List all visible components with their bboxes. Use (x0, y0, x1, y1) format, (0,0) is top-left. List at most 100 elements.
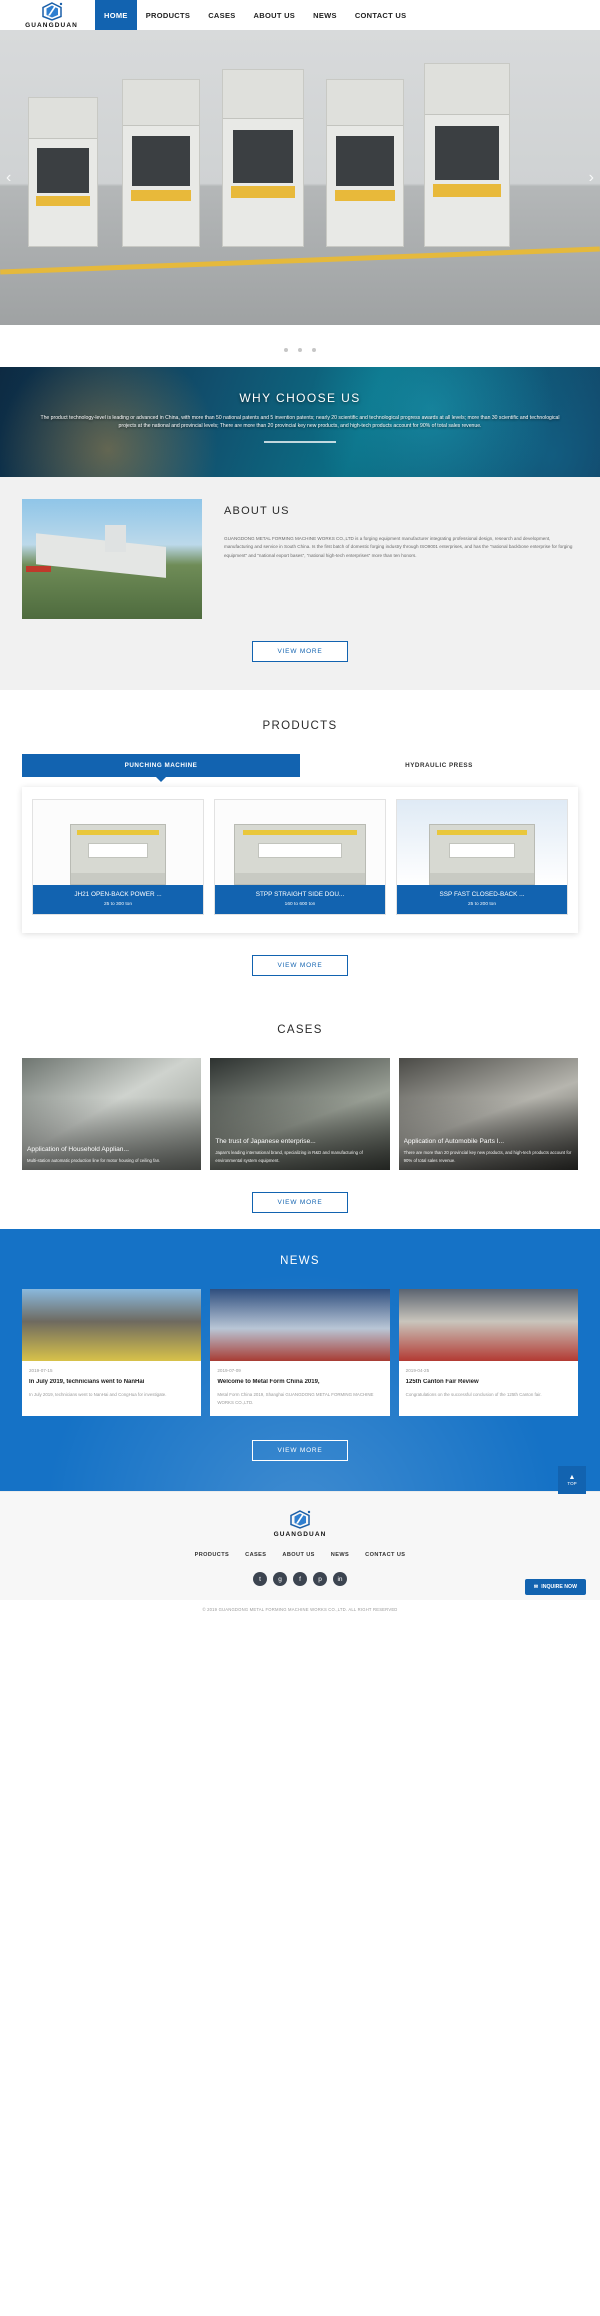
news-card-list: 2019-07-15 In July 2019, technicians wen… (0, 1289, 600, 1417)
product-title: JH21 OPEN-BACK POWER ... (74, 891, 162, 898)
cases-title: CASES (277, 1024, 323, 1036)
hero-banner: ‹ › (0, 30, 600, 325)
footer-nav-about-us[interactable]: ABOUT US (282, 1552, 314, 1558)
cases-view-more-button[interactable]: VIEW MORE (252, 1192, 348, 1213)
inquire-now-button[interactable]: ✉ INQUIRE NOW (524, 1579, 586, 1596)
footer-nav-cases[interactable]: CASES (245, 1552, 266, 1558)
hero-dot[interactable] (298, 348, 302, 352)
footer-logo[interactable]: GUANGDUAN (0, 1510, 600, 1538)
news-title-text: Welcome to Metal Form China 2019, (217, 1379, 320, 1385)
news-title-text: 125th Canton Fair Review (405, 1379, 479, 1385)
footer-social-links: t g f p in (0, 1572, 600, 1587)
back-to-top-button[interactable]: ▲ TOP (558, 1466, 586, 1495)
product-card[interactable]: SSP FAST CLOSED-BACK ... 25 to 200 ton (396, 799, 568, 915)
main-nav: HOME PRODUCTS CASES ABOUT US NEWS CONTAC… (95, 0, 415, 30)
case-card[interactable]: Application of Household Applian... Mult… (22, 1058, 202, 1170)
inquire-now-label: INQUIRE NOW (541, 1584, 577, 1591)
hexagon-logo-icon (41, 1, 63, 21)
case-description: Japan's leading international brand, spe… (215, 1150, 363, 1163)
facebook-icon[interactable]: f (293, 1572, 307, 1587)
nav-item-home[interactable]: HOME (95, 0, 137, 30)
product-image (215, 800, 385, 885)
press-machine (326, 79, 404, 247)
nav-item-news[interactable]: NEWS (304, 0, 346, 30)
product-spec: 25 to 200 ton (467, 902, 496, 907)
case-card[interactable]: The trust of Japanese enterprise... Japa… (210, 1058, 390, 1170)
logo-wordmark: GUANGDUAN (25, 21, 78, 29)
about-title: ABOUT US (224, 505, 290, 517)
product-spec: 160 to 600 ton (284, 902, 316, 907)
footer-wordmark: GUANGDUAN (273, 1531, 327, 1539)
why-choose-us-section: WHY CHOOSE US The product technology-lev… (0, 367, 600, 477)
envelope-icon: ✉ (533, 1584, 539, 1591)
footer-nav-products[interactable]: PRODUCTS (195, 1552, 230, 1558)
news-card[interactable]: 2019-07-15 In July 2019, technicians wen… (22, 1289, 202, 1417)
news-title-text: In July 2019, technicians went to NanHai (29, 1379, 145, 1385)
news-date: 2019-07-09 (217, 1368, 241, 1373)
product-title: STPP STRAIGHT SIDE DOU... (255, 891, 345, 898)
product-card[interactable]: STPP STRAIGHT SIDE DOU... 160 to 600 ton (214, 799, 386, 915)
hero-prev-button[interactable]: ‹ (6, 169, 11, 187)
case-title: The trust of Japanese enterprise... (215, 1138, 316, 1146)
site-footer: GUANGDUAN PRODUCTS CASES ABOUT US NEWS C… (0, 1466, 600, 1620)
copyright-text: © 2019 GUANGDONG METAL FORMING MACHINE W… (0, 1600, 600, 1620)
hero-dot[interactable] (283, 348, 288, 352)
news-title: NEWS (280, 1255, 320, 1267)
nav-item-contact-us[interactable]: CONTACT US (346, 0, 416, 30)
product-image (397, 800, 567, 885)
nav-item-about-us[interactable]: ABOUT US (245, 0, 305, 30)
about-factory-image (22, 499, 202, 619)
case-card[interactable]: Application of Automobile Parts I... The… (398, 1058, 578, 1170)
product-card[interactable]: JH21 OPEN-BACK POWER ... 25 to 300 ton (32, 799, 204, 915)
products-view-more-button[interactable]: VIEW MORE (252, 955, 348, 976)
hero-next-button[interactable]: › (589, 169, 594, 187)
why-choose-us-description: The product technology-level is leading … (40, 415, 560, 430)
product-spec: 25 to 300 ton (103, 902, 132, 907)
case-description: Multi-station automatic production line … (27, 1157, 161, 1163)
nav-item-cases[interactable]: CASES (199, 0, 244, 30)
back-to-top-label: TOP (567, 1480, 577, 1486)
about-section: ABOUT US GUANGDONG METAL FORMING MACHINE… (0, 477, 600, 690)
press-machine (28, 97, 98, 247)
case-title: Application of Household Applian... (27, 1145, 129, 1153)
cases-card-list: Application of Household Applian... Mult… (0, 1058, 600, 1170)
google-plus-icon[interactable]: g (273, 1572, 287, 1587)
cases-section: CASES Application of Household Applian..… (0, 994, 600, 1229)
news-card[interactable]: 2019-07-09 Welcome to Metal Form China 2… (210, 1289, 390, 1417)
news-description: Metal Form China 2019, Shanghai GUANGDON… (217, 1392, 374, 1406)
hexagon-logo-icon (289, 1510, 311, 1530)
footer-nav-news[interactable]: NEWS (331, 1552, 349, 1558)
news-description: In July 2019, technicians went to NanHai… (29, 1392, 167, 1397)
product-image (33, 800, 203, 885)
linkedin-icon[interactable]: in (333, 1572, 347, 1587)
products-section: PRODUCTS PUNCHING MACHINE HYDRAULIC PRES… (0, 690, 600, 994)
why-choose-us-title: WHY CHOOSE US (239, 391, 361, 405)
site-logo[interactable]: GUANGDUAN (0, 0, 95, 30)
product-title: SSP FAST CLOSED-BACK ... (439, 891, 525, 898)
hero-dot[interactable] (312, 348, 317, 352)
footer-nav: PRODUCTS CASES ABOUT US NEWS CONTACT US (0, 1552, 600, 1558)
tab-punching-machine[interactable]: PUNCHING MACHINE (22, 754, 300, 782)
press-machine (222, 69, 304, 247)
news-description: Congratulations on the successful conclu… (405, 1392, 542, 1397)
pinterest-icon[interactable]: p (313, 1572, 327, 1587)
case-description: There are more than 20 provincial key ne… (403, 1150, 572, 1163)
news-date: 2019-04-25 (405, 1368, 430, 1373)
footer-nav-contact-us[interactable]: CONTACT US (365, 1552, 405, 1558)
news-card[interactable]: 2019-04-25 125th Canton Fair Review Cong… (398, 1289, 578, 1417)
news-image (22, 1289, 202, 1361)
about-view-more-button[interactable]: VIEW MORE (252, 641, 348, 662)
news-section: NEWS 2019-07-15 In July 2019, technician… (0, 1229, 600, 1492)
twitter-icon[interactable]: t (253, 1572, 267, 1587)
tab-hydraulic-press[interactable]: HYDRAULIC PRESS (300, 754, 578, 777)
why-divider (264, 440, 336, 443)
about-description: GUANGDONG METAL FORMING MACHINE WORKS CO… (224, 536, 573, 558)
nav-item-products[interactable]: PRODUCTS (137, 0, 200, 30)
news-image (398, 1289, 578, 1361)
hero-dots[interactable] (0, 325, 600, 367)
news-view-more-button[interactable]: VIEW MORE (252, 1440, 348, 1462)
case-title: Application of Automobile Parts I... (403, 1138, 505, 1146)
news-date: 2019-07-15 (29, 1368, 53, 1373)
press-machine (122, 79, 200, 247)
site-header: GUANGDUAN HOME PRODUCTS CASES ABOUT US N… (0, 0, 600, 30)
